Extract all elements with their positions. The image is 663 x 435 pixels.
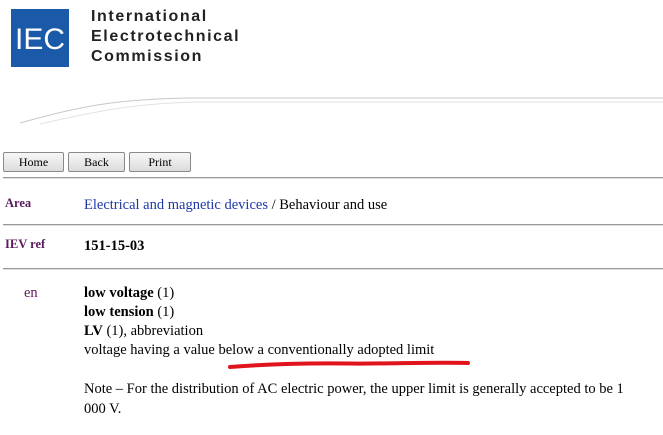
term-1: low voltage	[84, 285, 154, 301]
iec-logo: IEC	[11, 9, 69, 67]
red-handdrawn-underline	[228, 360, 470, 369]
term-2: low tension	[84, 304, 154, 320]
area-label: Area	[5, 196, 32, 210]
term-low-tension: low tension (1)	[84, 303, 174, 323]
home-button[interactable]: Home	[3, 152, 64, 172]
term-low-voltage: low voltage (1)	[84, 284, 174, 304]
toolbar: Home Back Print	[3, 152, 191, 172]
divider	[3, 177, 663, 178]
svg-text:IEC: IEC	[15, 23, 65, 56]
divider	[3, 268, 663, 269]
org-line-2: Electrotechnical	[91, 28, 241, 45]
area-rest: Behaviour and use	[279, 197, 388, 213]
area-separator: /	[267, 197, 280, 213]
divider	[3, 224, 663, 225]
area-value: Electrical and magnetic devices / Behavi…	[84, 197, 387, 214]
term-3: LV	[84, 323, 103, 339]
term-1-suffix: (1)	[153, 285, 175, 301]
org-line-1: International	[91, 8, 208, 25]
iec-logo-icon: IEC	[15, 23, 65, 56]
organization-name: International Electrotechnical Commissio…	[91, 7, 240, 67]
org-line-3: Commission	[91, 48, 204, 65]
iev-ref-label: IEV ref	[5, 237, 46, 251]
term-2-suffix: (1)	[153, 304, 175, 320]
iev-ref-value: 151-15-03	[84, 238, 145, 254]
header-swoosh-decoration	[19, 97, 663, 125]
print-button[interactable]: Print	[129, 152, 191, 172]
area-link[interactable]: Electrical and magnetic devices	[84, 197, 268, 213]
term-lv: LV (1), abbreviation	[84, 322, 203, 342]
term-3-suffix: (1), abbreviation	[102, 323, 204, 339]
back-button[interactable]: Back	[68, 152, 125, 172]
language-code: en	[24, 285, 38, 301]
note: Note – For the distribution of AC electr…	[84, 381, 624, 417]
